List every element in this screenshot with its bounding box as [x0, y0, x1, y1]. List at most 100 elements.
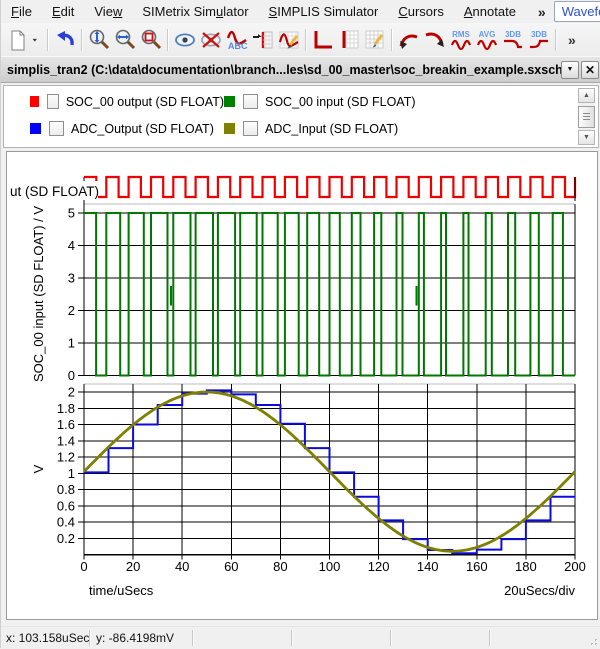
- db3-high-button[interactable]: 3DB: [526, 27, 552, 53]
- menu-simplis-simulator[interactable]: SIMPLIS Simulator: [259, 1, 389, 23]
- hide-curve-eye-button[interactable]: [198, 27, 224, 53]
- x-scale-label: 20uSecs/div: [504, 583, 575, 598]
- db3-low-button[interactable]: 3DB: [500, 27, 526, 53]
- svg-text:1.4: 1.4: [57, 433, 75, 448]
- document-title: simplis_tran2 (C:\data\documentation\bra…: [1, 63, 561, 77]
- new-document-icon: [6, 28, 30, 52]
- viewer-mode-combobox[interactable]: Waveform Viewer ▼: [554, 1, 600, 22]
- edit-grid-button[interactable]: [362, 27, 388, 53]
- document-titlebar[interactable]: simplis_tran2 (C:\data\documentation\bra…: [1, 56, 600, 83]
- toolbar-separator: [555, 29, 557, 51]
- menu-annotate[interactable]: Annotate: [454, 1, 526, 23]
- document-close-button[interactable]: ✕: [581, 61, 599, 79]
- new-document-button[interactable]: [5, 27, 31, 53]
- legend-scrollbar[interactable]: ▲ ▼: [578, 88, 595, 145]
- status-x-readout: x: 103.158uSecs: [1, 627, 89, 649]
- edit-curve-button[interactable]: [276, 27, 302, 53]
- zoom-box-icon: [139, 28, 163, 52]
- trace-label: SOC_00 output (SD FLOAT): [66, 95, 224, 109]
- legend-item: SOC_00 input (SD FLOAT): [224, 94, 416, 109]
- avg-measure-icon: AVG: [475, 28, 499, 52]
- zoom-y-icon: [87, 28, 111, 52]
- legend-item: ADC_Output (SD FLOAT): [30, 121, 224, 136]
- rms-measure-icon: RMS: [449, 28, 473, 52]
- undo-button[interactable]: [52, 27, 78, 53]
- menu-file[interactable]: File: [1, 1, 42, 23]
- db3-high-icon: 3DB: [527, 28, 551, 52]
- waveform-plot-svg[interactable]: 012345SOC_00 input (SD FLOAT) / Vut (SD …: [7, 152, 597, 619]
- soc00-output-trace[interactable]: [84, 177, 575, 197]
- undo-icon: [53, 28, 77, 52]
- new-document-dropdown-icon: [31, 28, 44, 52]
- status-cell: [194, 627, 291, 649]
- new-grid-button[interactable]: [310, 27, 336, 53]
- menu-items: FileEditViewSIMetrix SimulatorSIMPLIS Si…: [1, 1, 526, 23]
- new-y-axis-button[interactable]: [336, 27, 362, 53]
- svg-text:1.8: 1.8: [57, 401, 75, 416]
- menu-simetrix-simulator[interactable]: SIMetrix Simulator: [132, 1, 258, 23]
- svg-text:180: 180: [515, 559, 537, 574]
- avg-measure-button[interactable]: AVG: [474, 27, 500, 53]
- svg-text:0: 0: [68, 368, 75, 383]
- toolbar-separator: [81, 29, 83, 51]
- svg-text:1.2: 1.2: [57, 450, 75, 465]
- svg-text:0.4: 0.4: [57, 515, 75, 530]
- label-curve-button[interactable]: ABC: [224, 27, 250, 53]
- menu-view[interactable]: View: [84, 1, 132, 23]
- toolbar-overflow-button[interactable]: »: [568, 32, 576, 48]
- resize-grip[interactable]: [588, 636, 598, 646]
- zoom-x-icon: [113, 28, 137, 52]
- rms-measure-button[interactable]: RMS: [448, 27, 474, 53]
- svg-text:5: 5: [68, 206, 75, 221]
- trace-checkbox[interactable]: [243, 94, 258, 109]
- falling-edge-button[interactable]: [422, 27, 448, 53]
- document-collapse-button[interactable]: ▼: [561, 61, 579, 79]
- trace-checkbox[interactable]: [47, 94, 59, 109]
- trace-checkbox[interactable]: [243, 121, 258, 136]
- label-curve-icon: ABC: [225, 28, 249, 52]
- waveform-plot-panel[interactable]: 012345SOC_00 input (SD FLOAT) / Vut (SD …: [6, 151, 598, 620]
- trace-color-swatch: [30, 123, 41, 134]
- svg-text:3DB: 3DB: [531, 30, 547, 39]
- x-axis-label: time/uSecs: [89, 583, 154, 598]
- scrollbar-thumb[interactable]: [578, 106, 595, 128]
- menu-edit[interactable]: Edit: [42, 1, 84, 23]
- zoom-box-button[interactable]: [138, 27, 164, 53]
- trace-label: ADC_Input (SD FLOAT): [265, 122, 398, 136]
- show-curve-eye-button[interactable]: [172, 27, 198, 53]
- svg-text:AVG: AVG: [479, 30, 496, 39]
- svg-text:RMS: RMS: [452, 30, 470, 39]
- zoom-y-button[interactable]: [86, 27, 112, 53]
- rising-edge-button[interactable]: [396, 27, 422, 53]
- svg-text:120: 120: [368, 559, 390, 574]
- bottom-plot-ylabel: V: [31, 464, 46, 473]
- legend-item: SOC_00 output (SD FLOAT): [30, 94, 224, 109]
- viewer-mode-value: Waveform Viewer: [555, 4, 600, 19]
- svg-text:2: 2: [68, 303, 75, 318]
- move-curve-axis-button[interactable]: [250, 27, 276, 53]
- svg-text:0: 0: [80, 559, 87, 574]
- hide-curve-eye-icon: [199, 28, 223, 52]
- status-cell: [293, 627, 390, 649]
- trace-label: ADC_Output (SD FLOAT): [71, 122, 214, 136]
- svg-text:160: 160: [466, 559, 488, 574]
- menu-bar: FileEditViewSIMetrix SimulatorSIMPLIS Si…: [1, 0, 600, 23]
- svg-text:0.8: 0.8: [57, 482, 75, 497]
- svg-text:140: 140: [417, 559, 439, 574]
- scroll-up-icon[interactable]: ▲: [578, 88, 595, 103]
- new-document-dropdown-button[interactable]: [31, 27, 44, 53]
- zoom-x-button[interactable]: [112, 27, 138, 53]
- scroll-down-icon[interactable]: ▼: [578, 130, 595, 145]
- edit-grid-icon: [363, 28, 387, 52]
- trace-checkbox[interactable]: [49, 121, 64, 136]
- trace-label: SOC_00 input (SD FLOAT): [265, 95, 416, 109]
- menu-cursors[interactable]: Cursors: [388, 1, 454, 23]
- status-cell: [392, 627, 489, 649]
- svg-text:100: 100: [319, 559, 341, 574]
- soc00-input-trace[interactable]: [84, 213, 575, 376]
- show-curve-eye-icon: [173, 28, 197, 52]
- scrollbar-track-top[interactable]: [578, 103, 595, 105]
- menu-overflow-chevron[interactable]: »: [532, 4, 552, 20]
- svg-text:2: 2: [68, 385, 75, 400]
- toolbar: ABC RMS AVG 3DB 3DB »: [1, 23, 600, 56]
